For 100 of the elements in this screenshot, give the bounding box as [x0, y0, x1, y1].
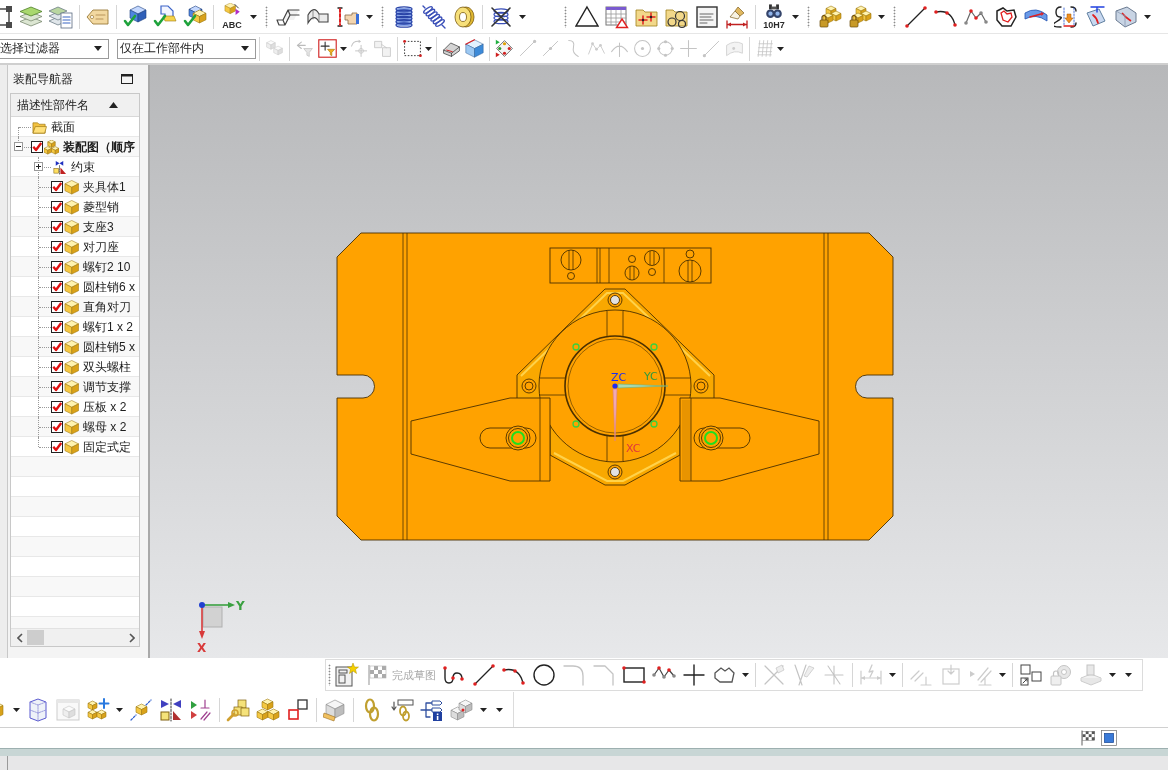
tree-item[interactable]: 截面: [51, 120, 75, 134]
extend-icon: [792, 663, 816, 687]
toolbar-grip[interactable]: [328, 664, 331, 686]
axis-label: ZC: [611, 371, 627, 384]
caret-icon[interactable]: [116, 707, 123, 712]
tree-item[interactable]: 调节支撑: [83, 380, 131, 394]
tree-item[interactable]: 固定式定: [83, 440, 131, 454]
toolbar-grip[interactable]: [807, 5, 810, 28]
binoculars-icon: [764, 3, 784, 20]
caret-icon[interactable]: [878, 14, 885, 19]
shaded-cube-icon: [465, 39, 484, 58]
chevron-left-icon[interactable]: [17, 632, 23, 643]
tree-item[interactable]: 夹具体1: [83, 180, 126, 194]
plus-icon: [679, 39, 698, 58]
box-arrow-icon: [939, 663, 963, 687]
wire-box-icon: [26, 697, 50, 722]
plus-funnel-icon: [318, 39, 337, 58]
crossed-coil-icon: [489, 4, 513, 29]
tree-item[interactable]: 装配图（顺序: [63, 140, 135, 154]
cube-icon: [64, 259, 79, 275]
checkbox[interactable]: [51, 241, 63, 253]
framed-square-icon[interactable]: [1100, 729, 1118, 747]
checkbox[interactable]: [51, 321, 63, 333]
tree-item[interactable]: 约束: [71, 160, 95, 174]
chamfer-corner-icon: [592, 663, 616, 687]
blocks-check-icon: [183, 4, 207, 29]
scrollbar[interactable]: [11, 628, 139, 646]
caret-icon[interactable]: [366, 14, 373, 19]
toolbar-grip[interactable]: [564, 5, 567, 28]
checkbox[interactable]: [51, 301, 63, 313]
caret-icon[interactable]: [496, 707, 503, 712]
filter-dropdown[interactable]: 仅在工作部件内: [117, 38, 256, 59]
toolbar-grip[interactable]: [265, 5, 268, 28]
tree-item[interactable]: 圆柱销5 x: [83, 340, 135, 354]
checkered-flag-icon[interactable]: [1079, 729, 1097, 747]
checkbox[interactable]: [51, 181, 63, 193]
tree-item[interactable]: 圆柱销6 x: [83, 280, 135, 294]
maximize-icon[interactable]: [121, 74, 133, 84]
checkbox[interactable]: [51, 441, 63, 453]
arch-line-icon: [610, 39, 629, 58]
caret-icon[interactable]: [425, 46, 432, 51]
caret-icon[interactable]: [792, 14, 799, 19]
dimension-lightning-icon: [859, 663, 883, 687]
toolbar-grip[interactable]: [381, 5, 384, 28]
toolbar-button[interactable]: 10H7: [759, 1, 802, 32]
checkbox[interactable]: [51, 201, 63, 213]
column-header[interactable]: 描述性部件名: [11, 94, 139, 117]
tree-item[interactable]: 螺钉2 10: [83, 260, 131, 274]
expand-toggle[interactable]: [14, 142, 23, 151]
toolbar-grip[interactable]: [893, 5, 896, 28]
tree-item[interactable]: 直角对刀: [83, 300, 131, 314]
caret-icon[interactable]: [1144, 14, 1151, 19]
tree-item[interactable]: 支座3: [83, 220, 114, 234]
caret-icon[interactable]: [250, 14, 257, 19]
tree-item[interactable]: 螺母 x 2: [83, 420, 127, 434]
scrollbar-thumb[interactable]: [27, 630, 44, 645]
caret-icon: [241, 46, 249, 51]
filter-dropdown[interactable]: 选择过滤器: [0, 38, 109, 59]
caret-icon[interactable]: [777, 46, 784, 51]
caret-icon[interactable]: [742, 673, 749, 677]
caret-icon[interactable]: [519, 14, 526, 19]
cubes-icon: [256, 697, 280, 722]
line-icon: [472, 663, 496, 687]
move-cube-icon: [129, 697, 153, 722]
expand-toggle[interactable]: [34, 162, 43, 171]
caret-icon: [94, 46, 102, 51]
checkbox[interactable]: [51, 381, 63, 393]
profile-check-icon: [153, 4, 177, 29]
chevron-right-icon[interactable]: [129, 632, 135, 643]
folder-icon: [32, 119, 47, 135]
graphics-viewport[interactable]: ZC YC XC Y X: [150, 65, 1168, 658]
toolbar-button[interactable]: ABC: [217, 1, 260, 32]
caret-icon[interactable]: [480, 707, 487, 712]
grid-icon: [755, 39, 774, 58]
checkbox[interactable]: [31, 141, 43, 153]
tree-item[interactable]: 双头螺柱: [83, 360, 131, 374]
tree-item[interactable]: 菱型销: [83, 200, 119, 214]
checkbox[interactable]: [51, 361, 63, 373]
cube-icon: [64, 439, 79, 455]
tree-item[interactable]: 螺钉1 x 2: [83, 320, 133, 334]
checkbox[interactable]: [51, 221, 63, 233]
window-blocks-icon: [56, 697, 80, 722]
caret-icon[interactable]: [1125, 673, 1132, 677]
view-triad: [199, 602, 235, 639]
checkbox[interactable]: [51, 261, 63, 273]
checkbox[interactable]: [51, 341, 63, 353]
checkbox[interactable]: [51, 421, 63, 433]
rotate-point-icon: [350, 39, 369, 58]
tree-item[interactable]: 对刀座: [83, 240, 119, 254]
caret-icon[interactable]: [13, 707, 20, 712]
cube-icon: [64, 219, 79, 235]
caret-icon[interactable]: [340, 46, 347, 51]
tree-info-icon: [420, 697, 444, 722]
tree-item[interactable]: 压板 x 2: [83, 400, 127, 414]
curve-arrow-icon: [1054, 4, 1078, 29]
locked-cubes-icon: [848, 4, 872, 29]
axis-label: Y: [236, 599, 245, 613]
checkbox[interactable]: [51, 281, 63, 293]
layers-icon: [19, 4, 43, 29]
checkbox[interactable]: [51, 401, 63, 413]
